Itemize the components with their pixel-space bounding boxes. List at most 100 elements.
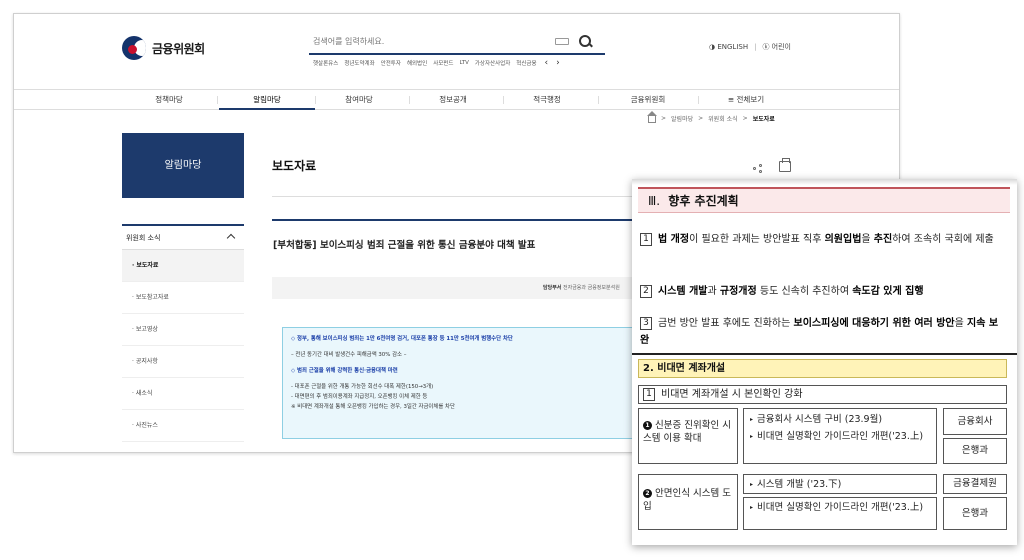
task-label-cell: 1 신분증 진위확인 시스템 이용 확대 bbox=[638, 408, 738, 464]
summary-line: – 전년 동기간 대비 발생건수 피해금액 30% 감소 – bbox=[291, 352, 407, 358]
meta-label: 담당부서 bbox=[543, 285, 562, 291]
task-label-cell: 2 안면인식 시스템 도입 bbox=[638, 474, 738, 530]
keyword-link[interactable]: 혁신금융 bbox=[516, 59, 536, 67]
print-icon[interactable] bbox=[779, 158, 791, 172]
sidebar-menu: 위원회 소식 · 보도자료 · 보도참고자료 · 보고영상 · 공지사항 · 새… bbox=[122, 224, 244, 442]
task-label: 신분증 진위확인 시스템 이용 확대 bbox=[643, 420, 731, 444]
summary-line: ※ 비대면 계좌개설 통해 오픈뱅킹 가입하는 경우, 3일간 자금이체를 차단 bbox=[291, 404, 455, 410]
shadow bbox=[632, 179, 1017, 185]
chevron-right-icon[interactable]: › bbox=[556, 58, 560, 68]
taegeuk-logo-icon bbox=[122, 36, 146, 60]
sidebar-item-press-reference[interactable]: · 보도참고자료 bbox=[122, 282, 244, 314]
search-bar bbox=[309, 29, 605, 55]
gnb-divider bbox=[598, 96, 599, 104]
task-line: ▸ 금융회사 시스템 구비 (23.9월) bbox=[750, 413, 930, 426]
plan-heading: Ⅲ. 향후 추진계획 bbox=[648, 192, 739, 209]
summary-line: - 대면편의 후 범죄이용계좌 지급정지, 오픈뱅킹 이체 제한 등 bbox=[291, 394, 428, 400]
gnb-item-proactive[interactable]: 적극행정 bbox=[499, 90, 595, 110]
sidebar-item-video[interactable]: · 보고영상 bbox=[122, 314, 244, 346]
keyword-link[interactable]: 햇살론유스 bbox=[313, 59, 338, 67]
task-text: 비대면 실명확인 가이드라인 개편('23.上) bbox=[757, 502, 924, 513]
text: 금번 방안 발표 후에도 진화하는 bbox=[658, 318, 794, 329]
emphasis: 속도감 있게 집행 bbox=[852, 286, 924, 297]
gnb-item-fsc[interactable]: 금융위원회 bbox=[600, 90, 696, 110]
site-header: 금융위원회 햇살론유스 청년도약계좌 안전투자 해외법인 사모펀드 LTV 가상… bbox=[14, 14, 899, 89]
emphasis: 의원입법 bbox=[824, 234, 862, 245]
search-input[interactable] bbox=[309, 36, 549, 46]
keyword-link[interactable]: 사모펀드 bbox=[433, 59, 453, 67]
task-text: 비대면 실명확인 가이드라인 개편('23.上) bbox=[757, 431, 924, 442]
article-meta: 담당부서 전자금융과 금융정보분석원 bbox=[543, 284, 620, 291]
owner-cell: 금융회사 bbox=[943, 408, 1007, 435]
task-detail-cell: ▸ 시스템 개발 ('23.下) bbox=[743, 474, 937, 494]
document-excerpt: Ⅲ. 향후 추진계획 1 법 개정이 필요한 과제는 방안발표 직후 의원입법을 … bbox=[632, 179, 1017, 545]
number-box: 2 bbox=[640, 285, 652, 298]
text: 이 필요한 과제는 방안발표 직후 bbox=[689, 234, 825, 245]
english-link[interactable]: ◑ ENGLISH bbox=[709, 43, 748, 51]
page-title: 보도자료 bbox=[272, 159, 317, 173]
chevron-left-icon[interactable]: ‹ bbox=[545, 58, 549, 68]
triangle-bullet-icon: ▸ bbox=[750, 433, 754, 440]
gnb-divider bbox=[217, 96, 218, 104]
triangle-bullet-icon: ▸ bbox=[750, 481, 754, 488]
divider bbox=[632, 353, 1017, 355]
gnb-item-participation[interactable]: 참여마당 bbox=[311, 90, 407, 110]
breadcrumb-current: 보도자료 bbox=[752, 116, 775, 123]
plan-heading-bar: Ⅲ. 향후 추진계획 bbox=[638, 187, 1010, 213]
summary-line: ◇ 범죄 근절을 위해 강력한 통신·금융대책 마련 bbox=[291, 368, 398, 374]
keyword-link[interactable]: 해외법인 bbox=[407, 59, 427, 67]
gnb-item-policy[interactable]: 정책마당 bbox=[121, 90, 217, 110]
summary-line: ◇ 정부, 통해 보이스피싱 범죄는 1만 6천여명 검거, 대포폰 통장 등 … bbox=[291, 336, 513, 342]
keyword-link[interactable]: LTV bbox=[459, 60, 468, 66]
number-badge: 2 bbox=[643, 489, 652, 498]
home-icon[interactable] bbox=[647, 111, 657, 123]
sidebar-section-header[interactable]: 위원회 소식 bbox=[122, 224, 244, 250]
breadcrumb-item[interactable]: 알림마당 bbox=[671, 114, 693, 123]
task-detail-cell: ▸ 금융회사 시스템 구비 (23.9월) ▸ 비대면 실명확인 가이드라인 개편(… bbox=[743, 408, 937, 464]
emphasis: 보이스피싱에 대응하기 위한 여러 방안 bbox=[793, 318, 955, 329]
plan-item: 1 법 개정이 필요한 과제는 방안발표 직후 의원입법을 추진하여 조속히 국회… bbox=[640, 231, 1005, 248]
meta-value: 전자금융과 금융정보분석원 bbox=[563, 285, 620, 291]
sidebar-item-press-release[interactable]: · 보도자료 bbox=[122, 250, 244, 282]
gnb-item-notice[interactable]: 알림마당 bbox=[219, 90, 315, 110]
chevron-up-icon bbox=[226, 233, 236, 243]
popular-keywords: 햇살론유스 청년도약계좌 안전투자 해외법인 사모펀드 LTV 가상자산사업자 … bbox=[313, 58, 560, 68]
section-heading: 2. 비대면 계좌개설 bbox=[638, 359, 1007, 378]
sidebar-item-notice[interactable]: · 공지사항 bbox=[122, 346, 244, 378]
sub-heading-text: 비대면 계좌개설 시 본인확인 강화 bbox=[661, 389, 803, 400]
sidebar-title: 알림마당 bbox=[122, 133, 244, 198]
text: 등도 신속히 추진하여 bbox=[756, 286, 853, 297]
task-label: 안면인식 시스템 도입 bbox=[643, 488, 731, 512]
summary-line: - 대포폰 근절을 위한 개통 가능한 회선수 대폭 제한(150→3개) bbox=[291, 384, 434, 390]
owner-cell: 금융결제원 bbox=[943, 474, 1007, 494]
keyword-link[interactable]: 안전투자 bbox=[381, 59, 401, 67]
article-summary-box: ◇ 정부, 통해 보이스피싱 범죄는 1만 6천여명 검거, 대포폰 통장 등 … bbox=[282, 327, 652, 439]
keyboard-icon[interactable] bbox=[555, 37, 569, 45]
share-icon[interactable] bbox=[753, 164, 763, 174]
keyword-link[interactable]: 청년도약계좌 bbox=[344, 59, 374, 67]
search-icon[interactable] bbox=[579, 35, 591, 47]
gnb-item-all-menu[interactable]: ≡ 전체보기 bbox=[698, 90, 794, 110]
logo-text: 금융위원회 bbox=[152, 41, 205, 56]
gnb-item-disclosure[interactable]: 정보공개 bbox=[405, 90, 501, 110]
task-line: ▸ 비대면 실명확인 가이드라인 개편('23.上) bbox=[750, 430, 930, 443]
sidebar-item-photo-news[interactable]: · 사진뉴스 bbox=[122, 410, 244, 442]
sidebar-item-news[interactable]: · 새소식 bbox=[122, 378, 244, 410]
breadcrumb: > 알림마당 > 위원회 소식 > 보도자료 bbox=[647, 111, 775, 123]
breadcrumb-sep: > bbox=[742, 115, 748, 122]
sub-heading: 1 비대면 계좌개설 시 본인확인 강화 bbox=[638, 385, 1007, 404]
plan-title: 향후 추진계획 bbox=[668, 194, 739, 208]
keyword-link[interactable]: 가상자산사업자 bbox=[475, 59, 510, 67]
task-text: 금융회사 시스템 구비 (23.9월) bbox=[757, 414, 883, 425]
kids-link[interactable]: ⓚ 어린이 bbox=[762, 42, 791, 52]
text: 과 bbox=[707, 286, 720, 297]
triangle-bullet-icon: ▸ bbox=[750, 504, 754, 511]
text: 을 bbox=[954, 318, 968, 329]
emphasis: 법 개정 bbox=[658, 234, 690, 245]
number-box: 1 bbox=[640, 233, 652, 246]
utility-links: ◑ ENGLISH | ⓚ 어린이 bbox=[709, 42, 791, 52]
number-box: 1 bbox=[643, 388, 655, 401]
site-logo[interactable]: 금융위원회 bbox=[122, 36, 205, 60]
plan-item: 2 시스템 개발과 규정개정 등도 신속히 추진하여 속도감 있게 집행 bbox=[640, 283, 1005, 300]
breadcrumb-item[interactable]: 위원회 소식 bbox=[708, 114, 738, 123]
